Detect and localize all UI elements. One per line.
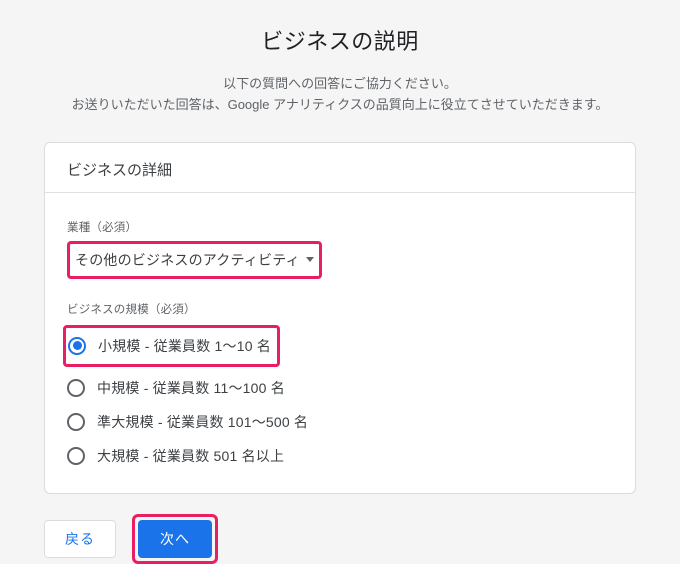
size-option-label: 中規模 - 従業員数 11〜100 名 bbox=[97, 378, 285, 398]
business-details-card: ビジネスの詳細 業種（必須） その他のビジネスのアクティビティ ビジネスの規模（… bbox=[44, 142, 636, 494]
desc-line-2: お送りいただいた回答は、Google アナリティクスの品質向上に役立てさせていた… bbox=[72, 97, 609, 112]
size-option-small[interactable]: 小規模 - 従業員数 1〜10 名 bbox=[68, 330, 271, 362]
desc-line-1: 以下の質問への回答にご協力ください。 bbox=[223, 76, 457, 91]
size-option-enterprise[interactable]: 大規模 - 従業員数 501 名以上 bbox=[67, 439, 613, 473]
industry-selected-value: その他のビジネスのアクティビティ bbox=[75, 250, 300, 270]
size-option-label: 小規模 - 従業員数 1〜10 名 bbox=[98, 336, 271, 356]
caret-down-icon bbox=[306, 257, 314, 262]
radio-icon bbox=[68, 337, 86, 355]
radio-icon bbox=[67, 447, 85, 465]
footer-actions: 戻る 次へ bbox=[44, 514, 636, 564]
radio-icon bbox=[67, 379, 85, 397]
size-option-large[interactable]: 準大規模 - 従業員数 101〜500 名 bbox=[67, 405, 613, 439]
industry-highlight: その他のビジネスのアクティビティ bbox=[67, 241, 322, 279]
next-button-highlight: 次へ bbox=[132, 514, 218, 564]
size-option-label: 準大規模 - 従業員数 101〜500 名 bbox=[97, 412, 308, 432]
page-title: ビジネスの説明 bbox=[0, 24, 680, 56]
radio-icon bbox=[67, 413, 85, 431]
size-selected-highlight: 小規模 - 従業員数 1〜10 名 bbox=[63, 325, 280, 367]
back-button[interactable]: 戻る bbox=[44, 520, 116, 558]
size-option-label: 大規模 - 従業員数 501 名以上 bbox=[97, 446, 284, 466]
size-field-label: ビジネスの規模（必須） bbox=[67, 301, 613, 317]
next-button[interactable]: 次へ bbox=[138, 520, 212, 558]
industry-field-label: 業種（必須） bbox=[67, 219, 613, 235]
card-title: ビジネスの詳細 bbox=[67, 159, 613, 180]
page-description: 以下の質問への回答にご協力ください。 お送りいただいた回答は、Google アナ… bbox=[0, 74, 680, 116]
industry-dropdown[interactable]: その他のビジネスのアクティビティ bbox=[73, 246, 316, 274]
size-option-medium[interactable]: 中規模 - 従業員数 11〜100 名 bbox=[67, 371, 613, 405]
